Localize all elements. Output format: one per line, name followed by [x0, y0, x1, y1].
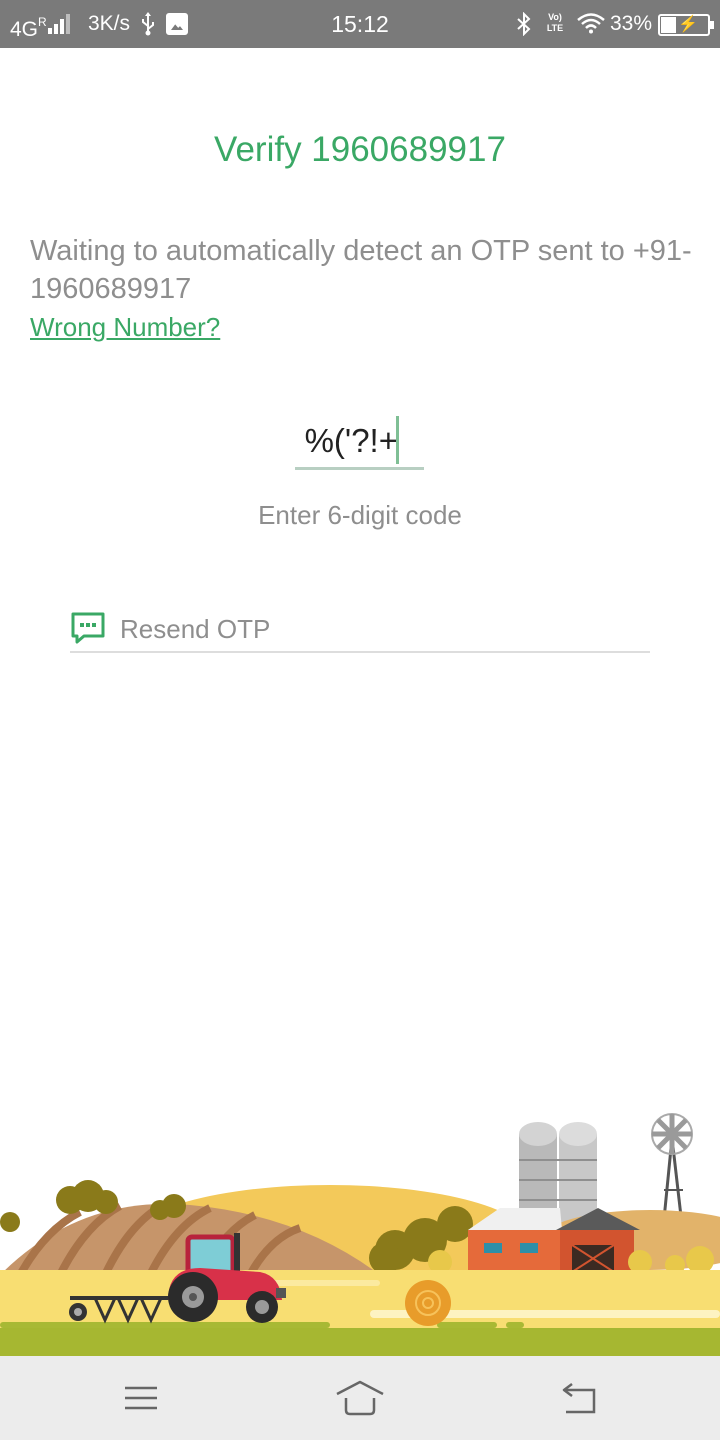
farm-illustration	[0, 1113, 720, 1356]
bluetooth-icon	[517, 12, 531, 36]
battery-icon: ⚡	[658, 14, 714, 36]
otp-waiting-message: Waiting to automatically detect an OTP s…	[30, 235, 692, 305]
otp-hint: Enter 6-digit code	[258, 500, 462, 530]
resend-otp-button[interactable]: Resend OTP	[70, 606, 650, 653]
status-bar: 4GR 3K/s 15:12 Vo) LTE 33% ⚡	[0, 0, 720, 48]
hay-bale-icon	[405, 1280, 451, 1326]
volte-icon: Vo) LTE	[546, 12, 564, 33]
back-icon[interactable]	[554, 1376, 604, 1420]
wifi-icon	[577, 13, 605, 34]
barn-icon	[468, 1208, 640, 1273]
charging-icon: ⚡	[678, 16, 698, 33]
text-cursor	[396, 416, 399, 464]
battery-level	[661, 17, 676, 33]
grass	[0, 1328, 720, 1356]
home-icon[interactable]	[335, 1376, 385, 1420]
navigation-bar	[0, 1356, 720, 1440]
battery-percent: 33%	[610, 12, 653, 35]
page-title: Verify 1960689917	[214, 130, 506, 169]
resend-otp-label: Resend OTP	[120, 614, 271, 644]
wrong-number-link[interactable]: Wrong Number?	[30, 312, 220, 343]
menu-icon[interactable]	[116, 1376, 166, 1420]
otp-input[interactable]: %('?!+	[295, 412, 424, 470]
sms-icon	[71, 612, 105, 644]
